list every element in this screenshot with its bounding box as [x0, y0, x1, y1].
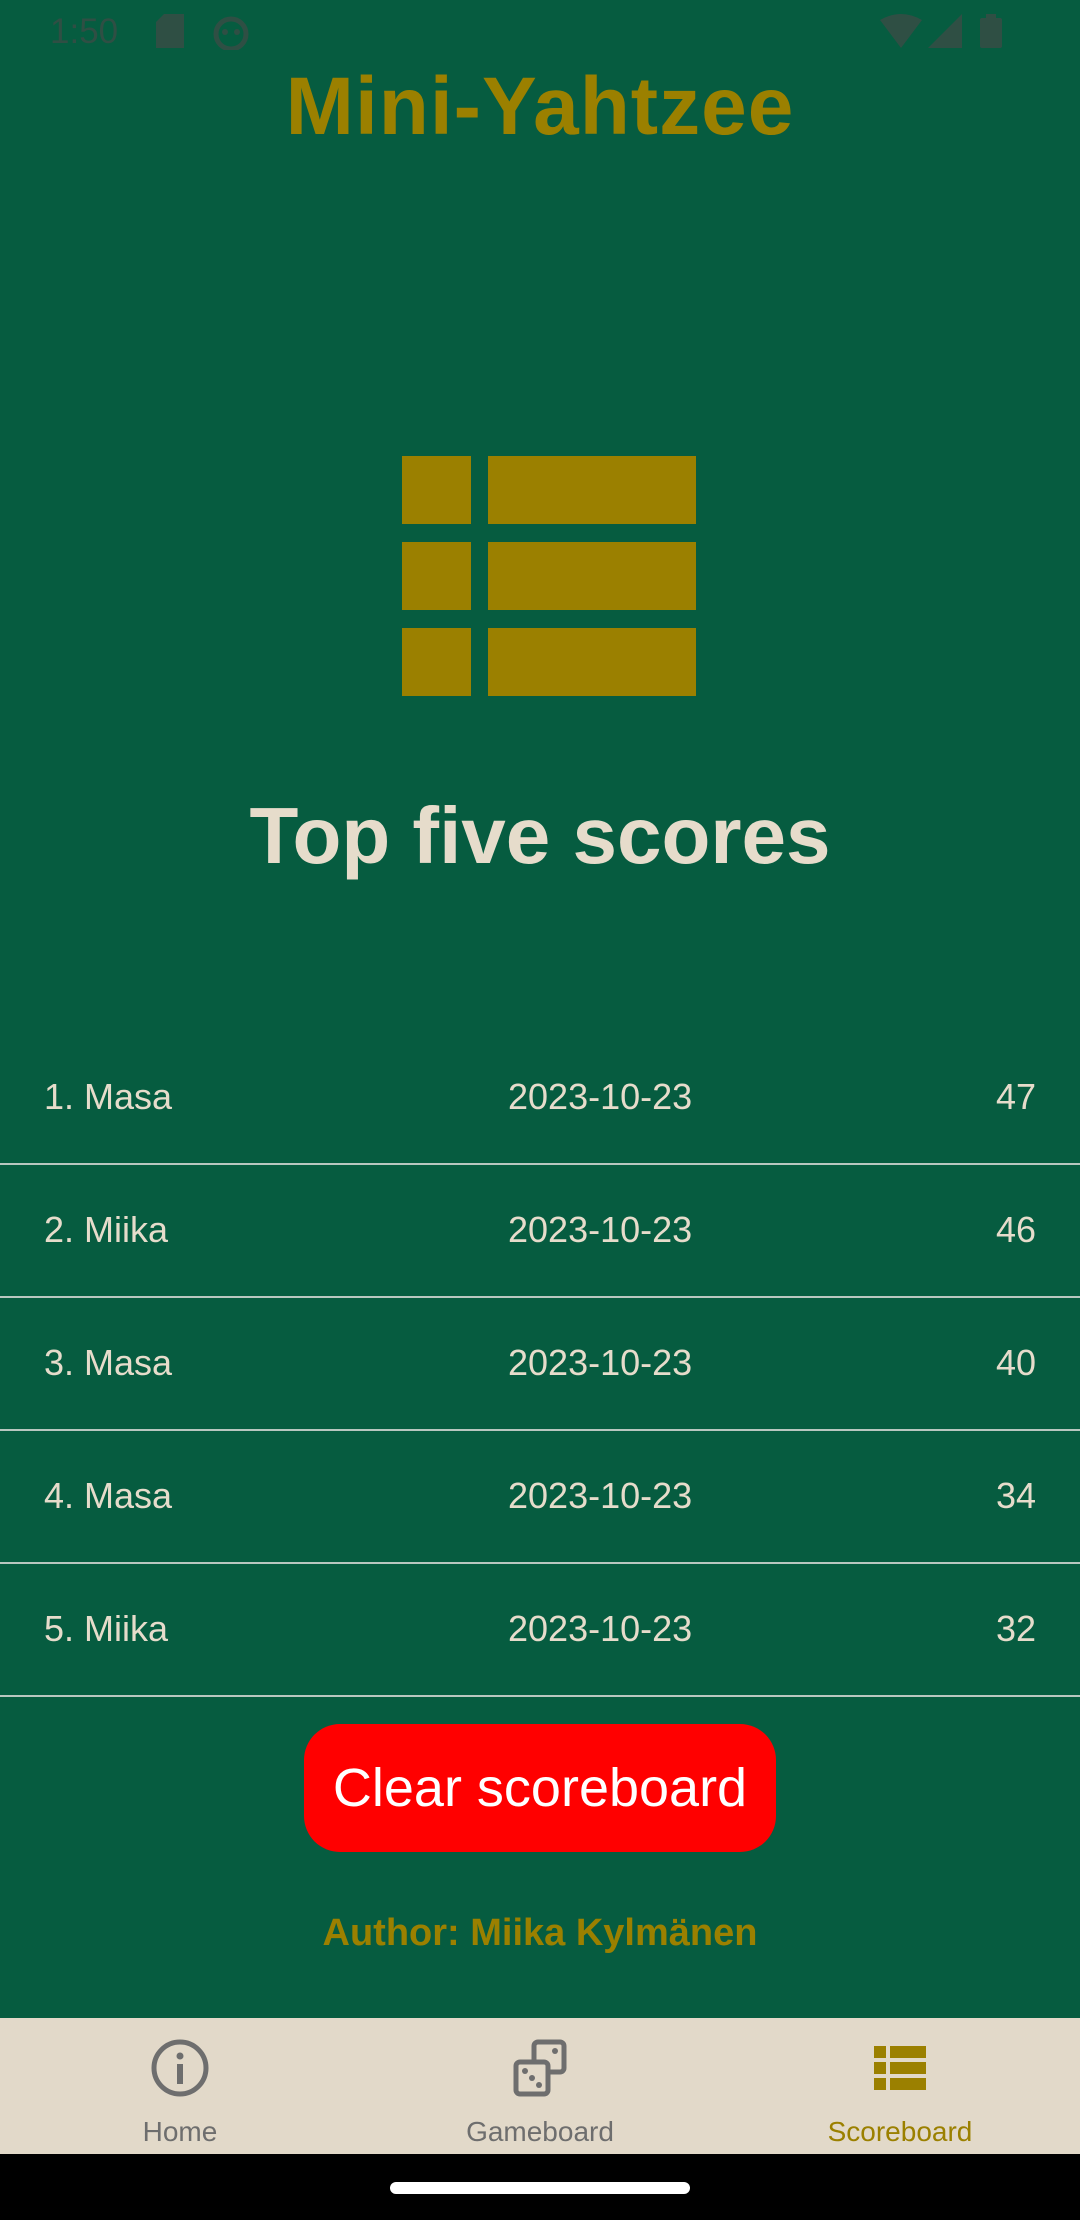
tab-home-label: Home: [142, 2116, 218, 2147]
player-name: 4. Masa: [44, 1475, 173, 1516]
table-row: 4. Masa 2023-10-23 34: [0, 1431, 1080, 1564]
table-row: 2. Miika 2023-10-23 46: [0, 1165, 1080, 1298]
bottom-nav: Home Gameboard Scoreboard: [0, 2018, 1080, 2154]
status-bar: 1:50: [0, 0, 1080, 66]
score-value: 47: [995, 1076, 1036, 1117]
player-name: 3. Masa: [44, 1342, 173, 1383]
app-title: Mini-Yahtzee: [285, 61, 795, 152]
tab-gameboard[interactable]: Gameboard: [360, 2018, 720, 2154]
score-value: 46: [995, 1209, 1036, 1250]
home-indicator[interactable]: [390, 2182, 690, 2194]
signal-icon: [928, 14, 962, 53]
table-row: 1. Masa 2023-10-23 47: [0, 1032, 1080, 1165]
score-value: 40: [995, 1342, 1036, 1383]
score-table: 1. Masa 2023-10-23 47 2. Miika 2023-10-2…: [0, 1032, 1080, 1697]
system-navigation-bar: [0, 2154, 1080, 2220]
score-value: 34: [995, 1475, 1036, 1516]
android-debug-icon: [212, 14, 250, 55]
table-row: 3. Masa 2023-10-23 40: [0, 1298, 1080, 1431]
score-date: 2023-10-23: [508, 1076, 693, 1117]
list-icon: [870, 2038, 930, 2098]
dice-icon: [510, 2038, 570, 2098]
player-name: 5. Miika: [44, 1608, 169, 1649]
tab-scoreboard-label: Scoreboard: [827, 2116, 973, 2147]
player-name: 2. Miika: [44, 1209, 169, 1250]
score-value: 32: [995, 1608, 1036, 1649]
score-date: 2023-10-23: [508, 1342, 693, 1383]
info-icon: [150, 2038, 210, 2098]
page-title: Top five scores: [249, 791, 831, 880]
table-row: 5. Miika 2023-10-23 32: [0, 1564, 1080, 1697]
tab-scoreboard[interactable]: Scoreboard: [720, 2018, 1080, 2154]
player-name: 1. Masa: [44, 1076, 173, 1117]
sd-card-icon: [156, 14, 184, 53]
score-date: 2023-10-23: [508, 1209, 693, 1250]
scoreboard-list-icon: [402, 456, 696, 696]
tab-home[interactable]: Home: [0, 2018, 360, 2154]
status-time: 1:50: [50, 12, 119, 51]
wifi-icon: [880, 14, 922, 53]
score-date: 2023-10-23: [508, 1475, 693, 1516]
battery-icon: [980, 14, 1002, 53]
score-date: 2023-10-23: [508, 1608, 693, 1649]
clear-scoreboard-button[interactable]: Clear scoreboard: [304, 1724, 776, 1852]
tab-gameboard-label: Gameboard: [466, 2116, 614, 2147]
author-label: Author: Miika Kylmänen: [322, 1912, 758, 1954]
